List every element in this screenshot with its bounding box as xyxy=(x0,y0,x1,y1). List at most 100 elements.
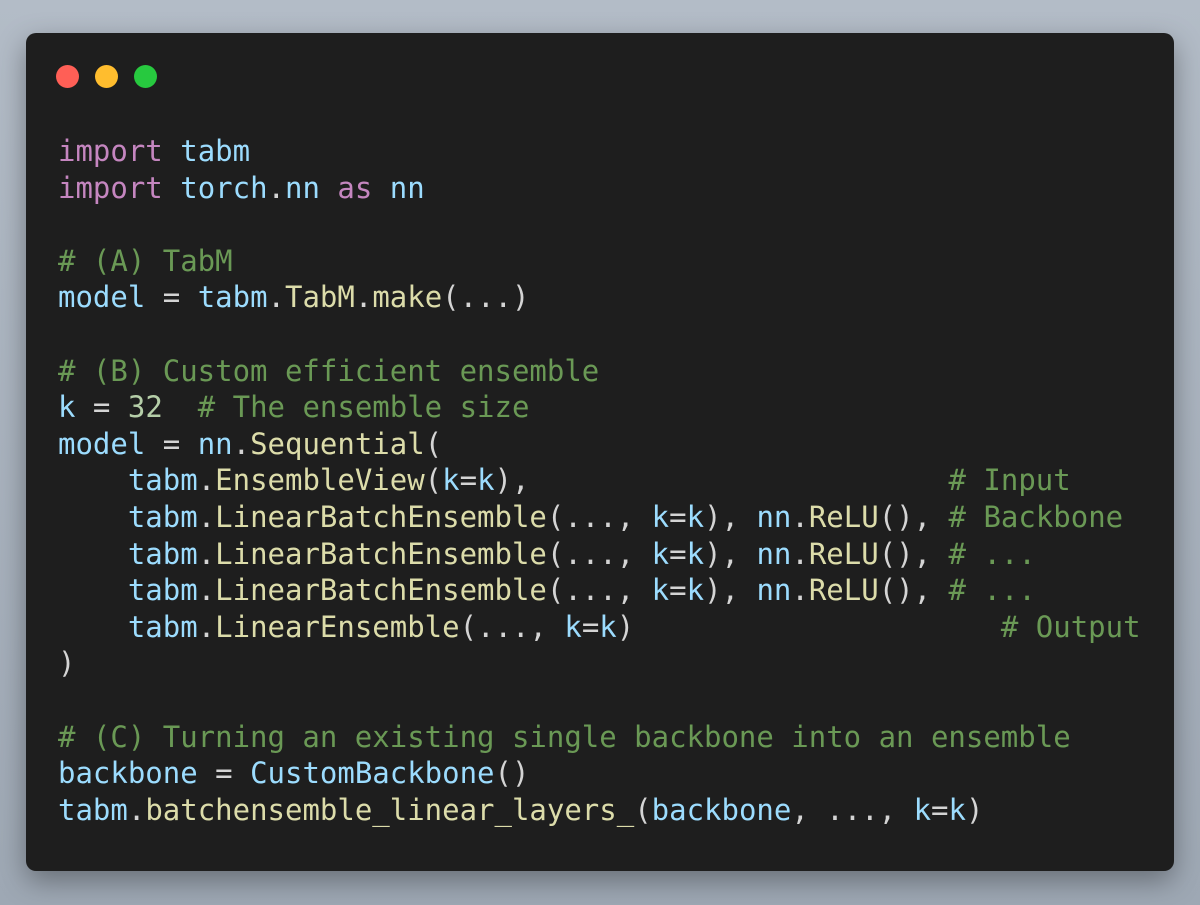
code-token: . xyxy=(197,609,216,644)
code-token: LinearBatchEnsemble xyxy=(215,536,547,571)
code-token: # (A) TabM xyxy=(58,243,233,278)
code-token: ( xyxy=(424,426,443,461)
code-token: EnsembleView xyxy=(215,463,425,498)
code-token: ) xyxy=(616,609,1001,644)
code-token: ), xyxy=(704,573,757,608)
code-token: k xyxy=(564,609,582,644)
code-token: # (B) Custom efficient ensemble xyxy=(58,353,600,388)
code-token: k xyxy=(477,463,495,498)
code-token: , ..., xyxy=(791,792,914,827)
code-line: # (C) Turning an existing single backbon… xyxy=(58,719,1141,756)
code-token: nn xyxy=(756,536,792,571)
code-token: . xyxy=(791,499,809,534)
code-token: tabm xyxy=(127,499,198,534)
code-window: import tabm import torch.nn as nn # (A) Ta… xyxy=(26,33,1174,871)
code-token: . xyxy=(197,499,216,534)
code-token: import xyxy=(58,134,163,168)
code-token: TabM xyxy=(285,280,355,315)
code-token: ( xyxy=(424,463,443,498)
code-token: (..., xyxy=(459,609,565,644)
code-token: torch xyxy=(180,170,268,205)
code-token: k xyxy=(913,792,932,827)
code-line: tabm.LinearBatchEnsemble(..., k=k), nn.R… xyxy=(58,499,1141,536)
code-token: = xyxy=(669,499,687,534)
code-token: model xyxy=(58,280,146,315)
code-token: 32 xyxy=(127,390,163,425)
code-token: # (C) Turning an existing single backbon… xyxy=(58,719,1071,754)
code-line: tabm.EnsembleView(k=k), # Input xyxy=(58,462,1141,499)
code-token: ( xyxy=(634,792,652,827)
code-line: import tabm xyxy=(58,133,1141,170)
code-token: import xyxy=(58,170,163,205)
code-token: nn xyxy=(756,499,792,534)
code-token: k xyxy=(686,499,705,534)
code-token: batchensemble_linear_layers_ xyxy=(145,792,635,827)
code-token: nn xyxy=(389,170,425,205)
code-token: (), xyxy=(878,573,949,608)
window-controls xyxy=(56,65,157,88)
code-token: k xyxy=(442,463,460,498)
code-token: . xyxy=(197,463,216,498)
code-token: = xyxy=(669,536,687,571)
code-line: tabm.LinearBatchEnsemble(..., k=k), nn.R… xyxy=(58,536,1141,573)
code-token: k xyxy=(686,573,705,608)
code-token: # The ensemble size xyxy=(197,390,530,425)
code-line: import torch.nn as nn xyxy=(58,170,1141,207)
code-token: # Backbone xyxy=(948,499,1124,534)
code-token: LinearBatchEnsemble xyxy=(215,499,547,534)
code-token: model xyxy=(58,426,146,461)
code-token: nn xyxy=(756,573,792,608)
minimize-button[interactable] xyxy=(95,65,118,88)
close-button[interactable] xyxy=(56,65,79,88)
code-token: ReLU xyxy=(808,573,879,608)
code-token: = xyxy=(669,573,687,608)
code-token: ) xyxy=(58,646,76,681)
code-token: # Input xyxy=(948,463,1071,498)
code-token: tabm xyxy=(127,463,198,498)
code-token: = xyxy=(931,792,949,827)
code-token: tabm xyxy=(197,280,268,315)
code-block: import tabm import torch.nn as nn # (A) Ta… xyxy=(58,133,1141,828)
code-line: ) xyxy=(58,645,1141,682)
code-token: # ... xyxy=(948,573,1036,608)
code-token: nn xyxy=(197,426,233,461)
code-token: LinearEnsemble xyxy=(215,609,460,644)
code-line: # (A) TabM xyxy=(58,243,1141,280)
code-token: tabm xyxy=(127,536,198,571)
code-token: . xyxy=(791,573,809,608)
code-token: (..., xyxy=(546,499,652,534)
code-line: model = tabm.TabM.make(...) xyxy=(58,279,1141,316)
code-token: k xyxy=(948,792,966,827)
code-token: = xyxy=(145,280,198,315)
code-token: . xyxy=(127,792,146,827)
code-token: CustomBackbone xyxy=(250,756,495,791)
code-line: tabm.LinearBatchEnsemble(..., k=k), nn.R… xyxy=(58,572,1141,609)
code-token: k xyxy=(686,536,705,571)
code-token: (..., xyxy=(546,573,652,608)
code-token: ReLU xyxy=(808,499,879,534)
code-line: # (B) Custom efficient ensemble xyxy=(58,353,1141,390)
code-token: k xyxy=(651,573,670,608)
code-token: ReLU xyxy=(808,536,879,571)
code-line: model = nn.Sequential( xyxy=(58,426,1141,463)
code-token: (...) xyxy=(442,280,530,315)
code-token: k xyxy=(651,536,670,571)
zoom-button[interactable] xyxy=(134,65,157,88)
code-token: k xyxy=(58,390,76,425)
code-token: (), xyxy=(878,499,949,534)
code-token: . xyxy=(197,573,216,608)
code-token: ), xyxy=(704,536,757,571)
code-token: . xyxy=(232,426,251,461)
code-token: LinearBatchEnsemble xyxy=(215,573,547,608)
code-token: tabm xyxy=(127,573,198,608)
